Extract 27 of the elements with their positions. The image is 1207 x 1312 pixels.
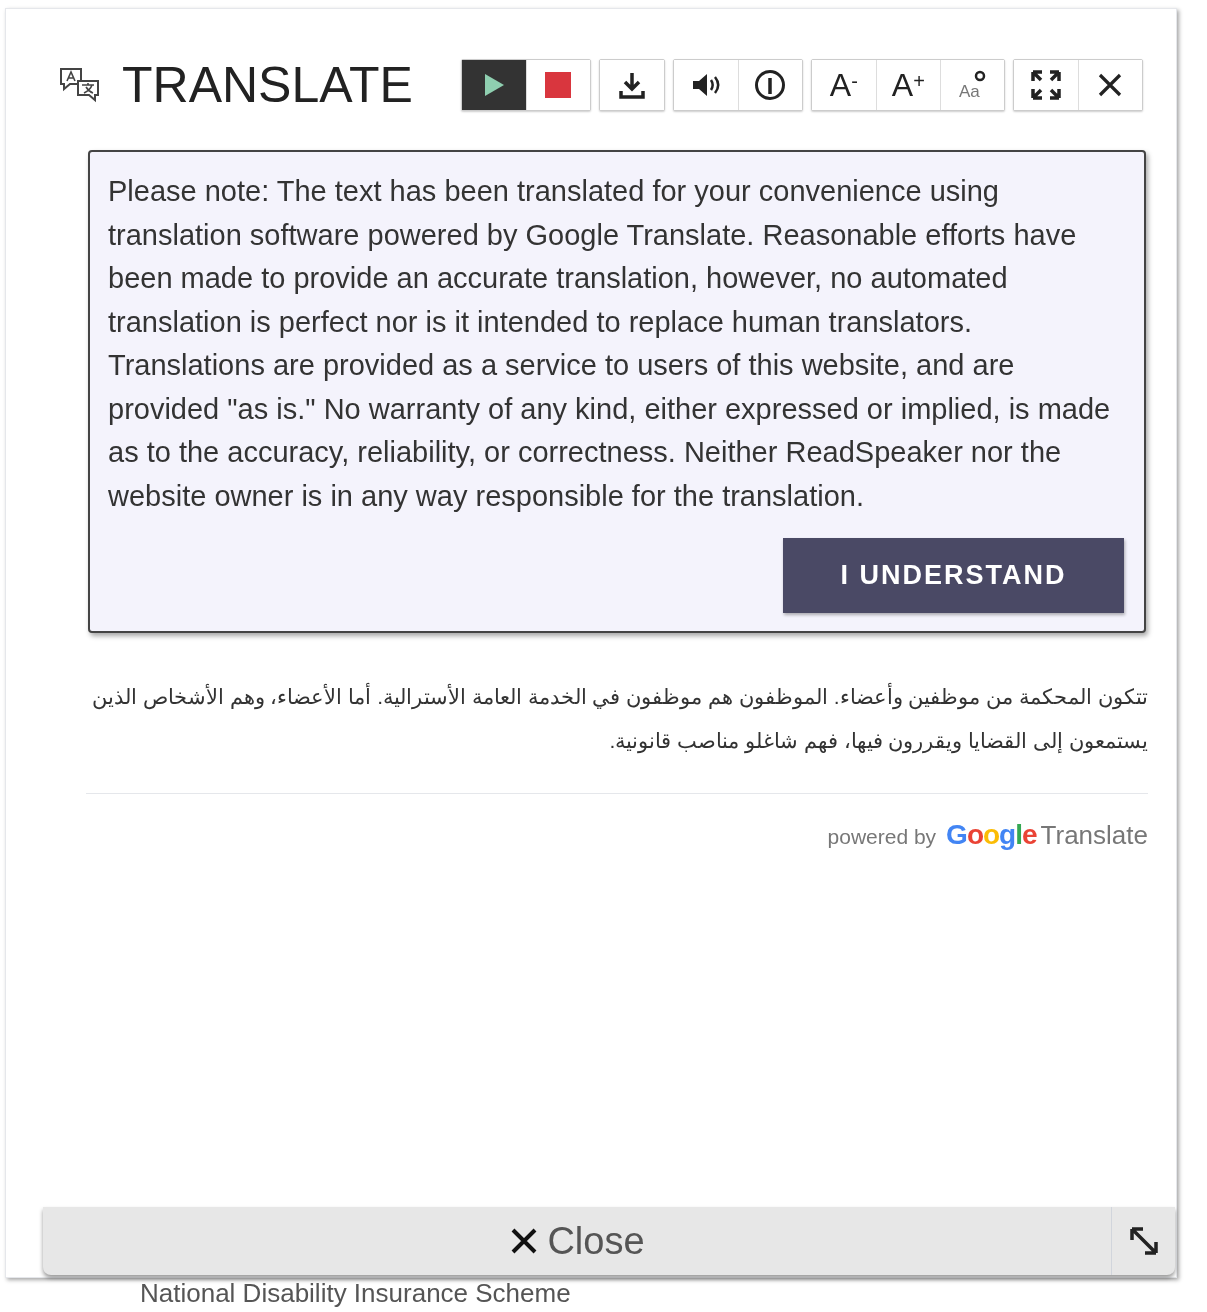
google-logo: Google: [946, 818, 1037, 852]
stop-icon: [545, 72, 572, 98]
close-button[interactable]: Close: [43, 1207, 1111, 1275]
background-text: National Disability Insurance Scheme: [140, 1278, 571, 1308]
play-icon: [482, 73, 505, 97]
font-size-button[interactable]: A+: [875, 60, 940, 110]
powered-by-text: powered by: [827, 824, 937, 850]
info-icon: [754, 69, 787, 101]
download-icon: [618, 71, 645, 99]
stop-button[interactable]: [525, 60, 590, 110]
speaker-icon: [690, 72, 721, 98]
volume-button[interactable]: [673, 60, 738, 110]
translated-text: تتكون المحكمة من موظفين وأعضاء. الموظفون هم موظفون في الخدمة العامة الأسترالية. أما الأعضاء، وهم الأشخاص الذين يستمعون إلى القضايا ويقررون فيها، فهم شاغلو مناصب قانونية.: [90, 682, 1148, 756]
info-button[interactable]: [737, 60, 802, 110]
notice-text: Please note: The text has been translated for your convenience using translation software powered by Google Translate. Reasonable efforts have been made to provide an accurate translation, however, no automated translation is perfect nor is it intended to replace human translators. Translations are provided as a service to users of this website, and are provided "as is." No warranty of any kind, either expressed or implied, is made as to the accuracy, reliability, or correctness. Neither ReadSpeaker nor the website owner is in any way responsible for the translation.: [108, 174, 1112, 514]
fullscreen-button[interactable]: [1013, 60, 1078, 110]
circle-icon: [973, 70, 986, 82]
understand-button[interactable]: I UNDERSTAND: [783, 538, 1124, 613]
text-settings-button[interactable]: Aa: [939, 60, 1004, 110]
translate-text: Translate: [1040, 819, 1148, 852]
fullscreen-icon: [1029, 69, 1062, 101]
close-button[interactable]: [1077, 60, 1142, 110]
panel-title: TRANSLATE: [122, 60, 413, 110]
play-button[interactable]: [461, 60, 526, 110]
download-button[interactable]: [599, 60, 664, 110]
close-icon: [1097, 72, 1124, 98]
font-size-button[interactable]: A-: [811, 60, 876, 110]
